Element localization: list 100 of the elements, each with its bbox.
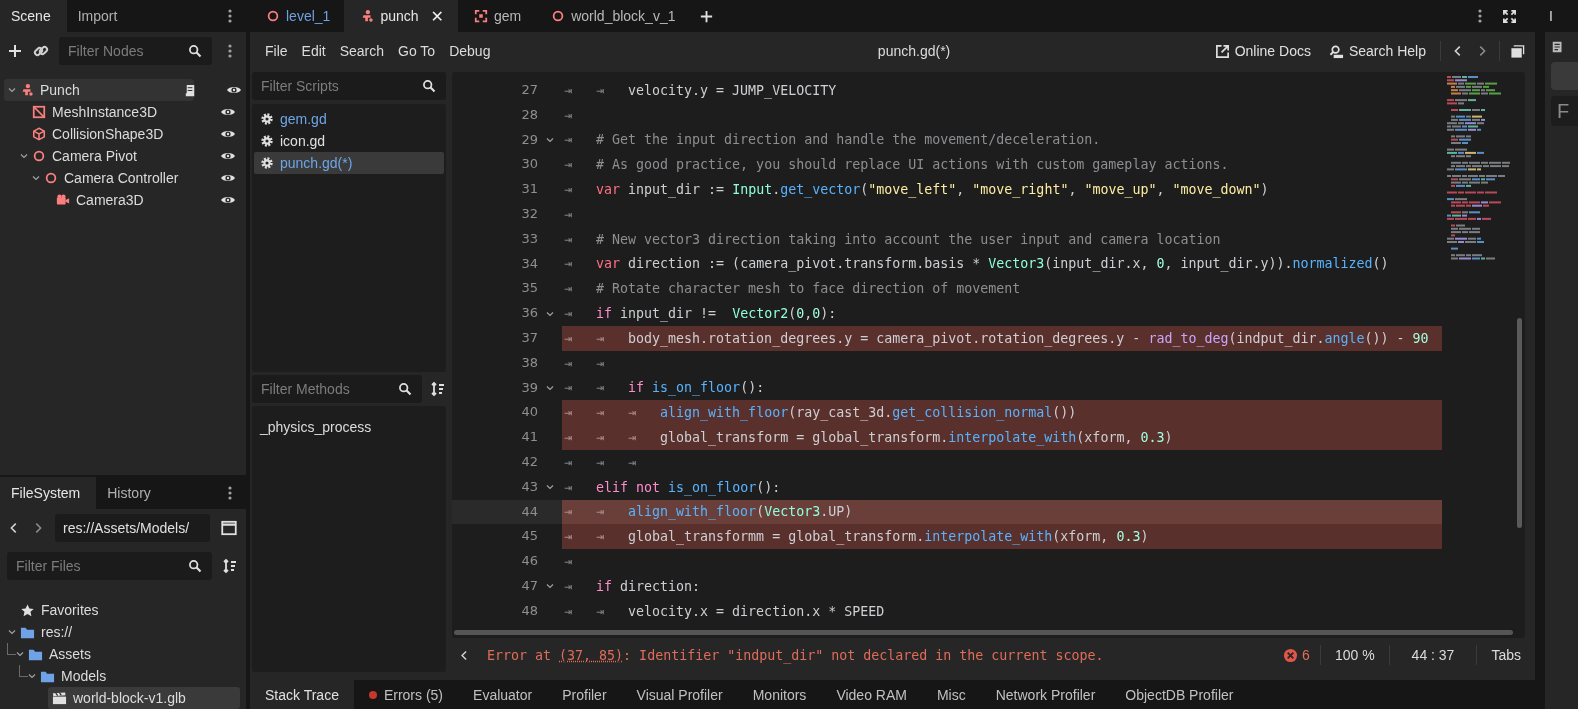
line-number: 32 (520, 205, 538, 223)
scene-tab[interactable]: level_1 (250, 0, 345, 32)
line-number: 31 (520, 180, 538, 199)
filter-field[interactable]: Filter Methods (252, 375, 422, 403)
scene-tab[interactable]: gem (457, 0, 536, 32)
method-item[interactable]: _physics_process (254, 416, 444, 438)
scrollbar[interactable] (454, 630, 1513, 635)
line-number: 45 (520, 527, 538, 546)
add-icon[interactable] (7, 43, 23, 59)
tree-item[interactable]: Camera3D (4, 189, 240, 211)
scene-tab[interactable]: punch ✕ (344, 0, 458, 32)
window-icon[interactable] (220, 519, 238, 537)
windows-icon[interactable] (1510, 43, 1525, 59)
indent-mode[interactable]: Tabs (1487, 647, 1525, 663)
filter-field[interactable]: Filter Scripts (252, 72, 446, 100)
dock-tab[interactable]: FileSystem (0, 477, 97, 509)
filter-field[interactable]: Filter Files (7, 552, 212, 580)
code-line: if direction: (596, 578, 701, 594)
menu-item[interactable]: File (258, 43, 295, 59)
node-label: Camera Controller (64, 170, 179, 186)
gear-icon (260, 134, 274, 148)
panel-tab[interactable]: Evaluator (458, 680, 548, 709)
link-icon[interactable] (33, 43, 49, 59)
tree-item[interactable]: Assets (0, 643, 240, 665)
error-icon (1283, 647, 1299, 663)
filter-field[interactable]: Filter Nodes (59, 37, 212, 65)
frame-corners-icon (473, 9, 488, 23)
code-line: velocity.y = JUMP_VELOCITY (628, 82, 837, 98)
dock-tab[interactable]: History (96, 477, 167, 509)
sort-icon[interactable] (430, 381, 446, 397)
scene-tab[interactable]: world_block_v_1 (535, 0, 690, 32)
line-number: 43 (520, 477, 538, 496)
script-title: punch.gd(*) (876, 43, 952, 59)
code-line: var direction := (camera_pivot.transform.basis * Vector3(input_dir.x, 0, input_dir.y)).normalized() (596, 256, 1389, 272)
dock-tab[interactable]: Import (66, 0, 134, 32)
tree-item[interactable]: Favorites (0, 599, 240, 621)
scrollbar[interactable] (1517, 318, 1522, 528)
search-icon (188, 559, 202, 573)
document-icon[interactable] (1551, 40, 1565, 54)
tab-markers: ⇥⇥ (564, 330, 629, 346)
tree-item[interactable]: world-block-v1.glb (48, 687, 240, 709)
menu-item[interactable]: Search (332, 43, 392, 59)
error-location-link[interactable]: (37, 85) (559, 647, 624, 663)
tab-label[interactable]: level_1 (286, 8, 331, 24)
tab-markers: ⇥⇥ (564, 504, 629, 520)
panel-tab[interactable]: Misc (921, 680, 981, 709)
panel-tab[interactable]: Errors (5) (353, 680, 459, 709)
error-count[interactable]: 6 (1283, 647, 1310, 663)
help-button[interactable]: Search Help (1324, 43, 1430, 59)
tab-label[interactable]: punch (380, 8, 419, 24)
tab-markers: ⇥ (564, 157, 596, 173)
close-button[interactable]: ✕ (430, 6, 444, 26)
menu-item[interactable]: Go To (391, 43, 443, 59)
tab-label[interactable]: world_block_v_1 (571, 8, 676, 24)
tree-item[interactable]: CollisionShape3D (4, 123, 240, 145)
doc-search-icon (1328, 43, 1344, 59)
panel-tab[interactable]: ObjectDB Profiler (1110, 680, 1249, 709)
menu-item[interactable]: Debug (442, 43, 498, 59)
code-line: # Get the input direction and handle the movement/deceleration. (596, 132, 1101, 148)
tab-markers: ⇥ (564, 554, 596, 570)
clapperboard-icon (52, 690, 67, 706)
tab-markers: ⇥⇥ (564, 529, 629, 545)
sort-icon[interactable] (222, 558, 238, 574)
tree-item[interactable]: res:// (0, 621, 240, 643)
tab-markers: ⇥ (564, 182, 596, 198)
tab-markers: ⇥⇥ (564, 355, 629, 371)
zoom-level[interactable]: 100 % (1330, 647, 1379, 663)
tab-markers: ⇥ (564, 578, 596, 594)
node-label: Camera3D (76, 192, 144, 208)
tab-label[interactable]: gem (493, 8, 522, 24)
dock-tab[interactable]: I (1545, 0, 1578, 32)
panel-tab[interactable]: Visual Profiler (621, 680, 738, 709)
script-item[interactable]: punch.gd(*) (254, 152, 444, 174)
menu-item[interactable]: Edit (294, 43, 333, 59)
panel-tab[interactable]: Stack Trace (250, 680, 354, 709)
line-number: 30 (520, 155, 538, 174)
tree-item[interactable]: MeshInstance3D (4, 101, 240, 123)
panel-tab[interactable]: Monitors (737, 680, 822, 709)
fullscreen-icon[interactable] (1502, 8, 1517, 24)
code-line: elif not is_on_floor(): (596, 479, 781, 495)
property-field[interactable]: F (1551, 96, 1578, 126)
add-icon[interactable] (699, 8, 715, 24)
ring-icon (266, 9, 280, 23)
dock-tab[interactable]: Scene (0, 0, 67, 32)
node-label: Favorites (41, 602, 99, 618)
panel-tab[interactable]: Profiler (547, 680, 622, 709)
panel-tab[interactable]: Network Profiler (980, 680, 1111, 709)
script-item[interactable]: gem.gd (254, 108, 444, 130)
tree-item[interactable]: Models (0, 665, 240, 687)
panel-tab[interactable]: Video RAM (821, 680, 922, 709)
video-camera-icon (56, 193, 70, 207)
ring-icon (551, 9, 566, 23)
tree-item[interactable]: Camera Controller (4, 167, 240, 189)
tree-item[interactable]: Camera Pivot (4, 145, 240, 167)
code-line: global_transformm = global_transform.interpolate_with(xform, 0.3) (628, 529, 1149, 545)
line-number: 47 (520, 576, 538, 595)
path-field[interactable]: res://Assets/Models/ (55, 514, 210, 542)
code-line: velocity.x = direction.x * SPEED (628, 603, 885, 619)
help-button[interactable]: Online Docs (1210, 43, 1315, 59)
script-item[interactable]: icon.gd (254, 130, 444, 152)
